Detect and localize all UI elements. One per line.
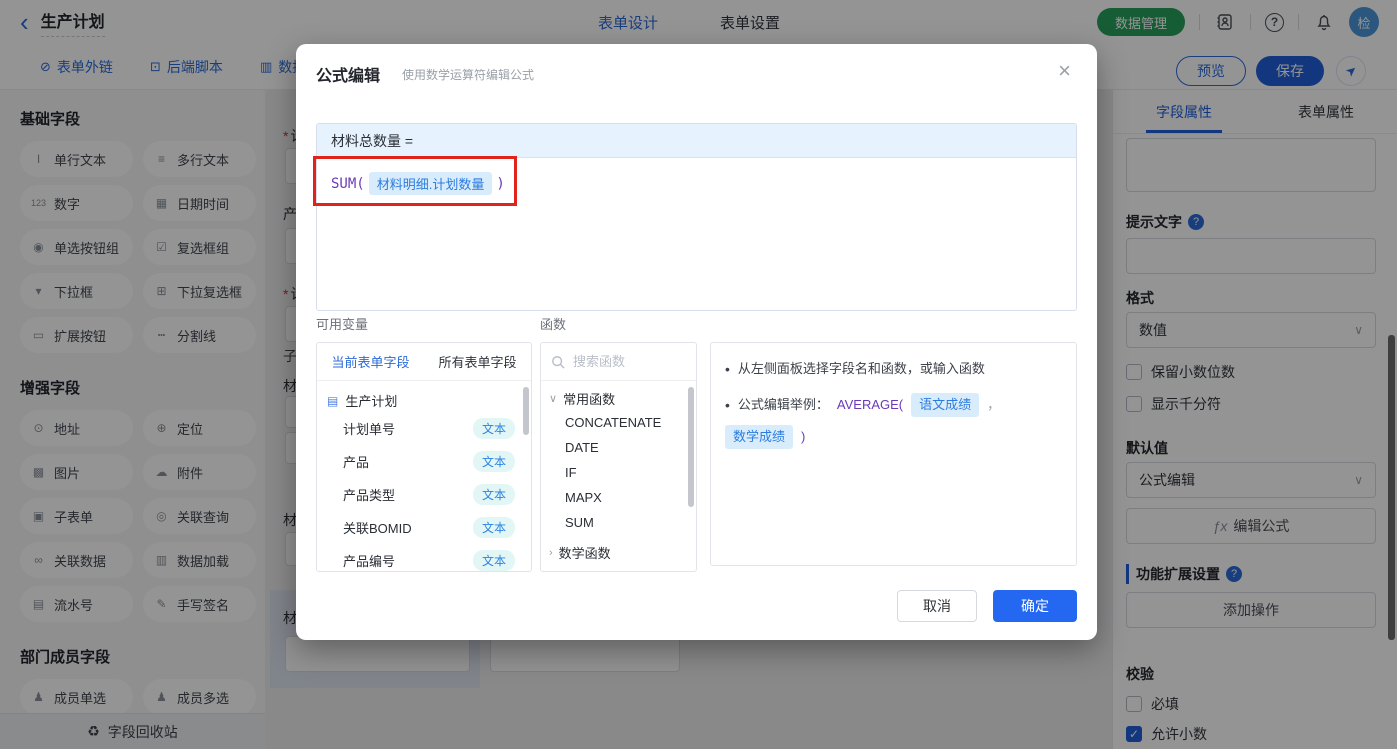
variable-row[interactable]: 产品 文本 <box>317 445 531 478</box>
type-badge: 文本 <box>472 418 515 439</box>
function-search-input[interactable] <box>573 354 673 369</box>
confirm-button[interactable]: 确定 <box>993 590 1077 622</box>
formula-target: 材料总数量 = <box>317 124 1076 158</box>
bullet: • <box>725 361 730 377</box>
function-group-math[interactable]: › 数学函数 <box>541 535 696 564</box>
variable-row[interactable]: 产品类型 文本 <box>317 478 531 511</box>
type-badge: 文本 <box>472 550 515 571</box>
type-badge: 文本 <box>472 451 515 472</box>
function-item-sum[interactable]: SUM <box>541 510 696 535</box>
type-badge: 文本 <box>472 517 515 538</box>
chevron-right-icon: › <box>549 546 553 559</box>
tab-current-form-fields[interactable]: 当前表单字段 <box>331 352 409 371</box>
scrollbar-thumb[interactable] <box>523 387 529 435</box>
functions-panel: ∨ 常用函数 CONCATENATE DATE IF MAPX SUM › 数学… <box>540 342 697 572</box>
variable-row[interactable]: 关联BOMID 文本 <box>317 511 531 544</box>
function-item-if[interactable]: IF <box>541 460 696 485</box>
function-search[interactable] <box>541 343 696 381</box>
modal-title: 公式编辑 <box>316 68 381 85</box>
variables-label: 可用变量 <box>316 317 369 332</box>
example-chip: 语文成绩 <box>911 393 980 417</box>
modal-subtitle: 使用数学运算符编辑公式 <box>402 68 535 82</box>
close-icon[interactable]: × <box>1058 58 1071 84</box>
functions-label: 函数 <box>540 317 567 332</box>
document-icon: ▤ <box>327 393 339 408</box>
function-item-concatenate[interactable]: CONCATENATE <box>541 410 696 435</box>
variable-row[interactable]: 产品编号 文本 <box>317 544 531 571</box>
formula-editor-modal: 公式编辑 使用数学运算符编辑公式 × 材料总数量 = SUM( 材料明细.计划数… <box>296 44 1097 640</box>
annotation-highlight-box <box>313 156 517 206</box>
search-icon <box>552 355 565 369</box>
scrollbar-thumb[interactable] <box>688 387 694 507</box>
tab-all-form-fields[interactable]: 所有表单字段 <box>438 352 516 371</box>
tip-text: 从左侧面板选择字段名和函数，或输入函数 <box>737 361 985 376</box>
function-item-date[interactable]: DATE <box>541 435 696 460</box>
chevron-down-icon: ∨ <box>549 393 558 405</box>
function-item-mapx[interactable]: MAPX <box>541 485 696 510</box>
variables-panel: 当前表单字段 所有表单字段 ▤ 生产计划 计划单号 文本 产品 文本 产品类型 文本 … <box>316 342 532 572</box>
formula-editor-box[interactable]: 材料总数量 = SUM( 材料明细.计划数量 ) <box>316 123 1077 311</box>
function-group-common[interactable]: ∨ 常用函数 <box>541 381 696 410</box>
variable-row[interactable]: 计划单号 文本 <box>317 412 531 445</box>
type-badge: 文本 <box>472 484 515 505</box>
close-paren-text: ) <box>801 429 806 444</box>
bullet: • <box>725 397 730 413</box>
tip-example-label: 公式编辑举例： <box>737 397 829 412</box>
comma: ， <box>987 397 1001 412</box>
cancel-button[interactable]: 取消 <box>897 590 977 622</box>
function-group-text[interactable]: › 文本函数 <box>541 564 696 571</box>
tree-root-form[interactable]: ▤ 生产计划 <box>317 381 531 412</box>
tips-panel: • 从左侧面板选择字段名和函数，或输入函数 • 公式编辑举例： AVERAGE(… <box>710 342 1077 566</box>
average-function-text: AVERAGE( <box>836 397 904 412</box>
example-chip: 数学成绩 <box>725 425 794 449</box>
